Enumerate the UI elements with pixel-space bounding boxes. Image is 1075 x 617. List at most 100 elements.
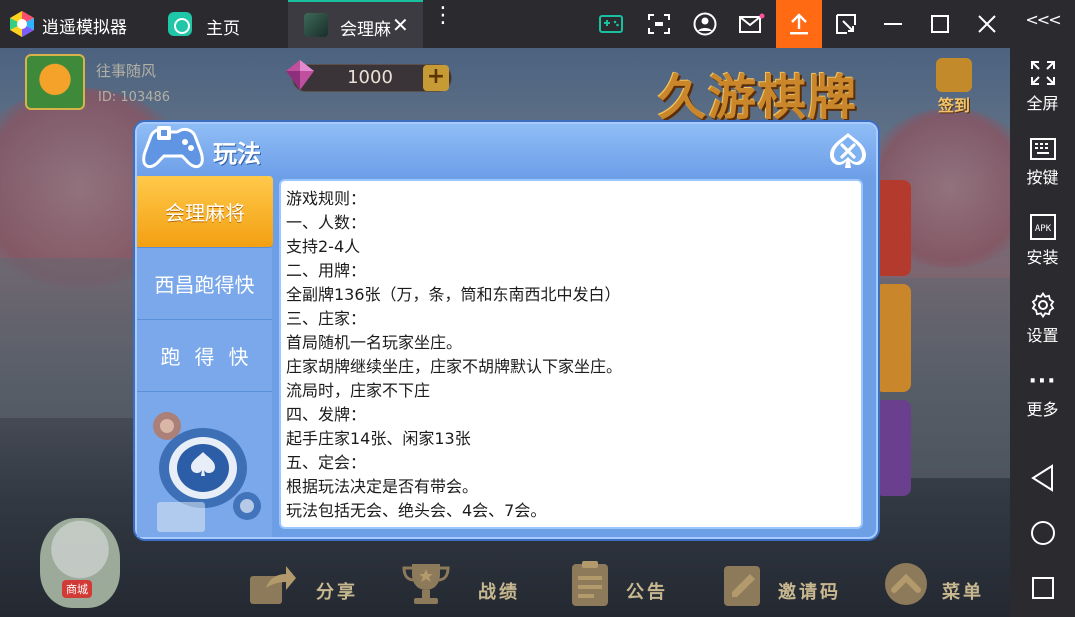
emulator-sidebar: <<< 全屏 按键 APK 安装 设置 ··· 更多 [1010, 0, 1075, 617]
rule-line: 游戏规则： [286, 189, 367, 208]
gear-icon [1031, 292, 1054, 318]
app-logo-icon [10, 11, 34, 37]
tab-home-label: 主页 [206, 19, 240, 39]
game-card-edge[interactable] [875, 180, 911, 276]
messages-button[interactable] [729, 0, 775, 48]
player-id: ID: 103486 [98, 90, 170, 105]
notice-button[interactable]: 公告 [566, 556, 706, 612]
sidebar-item-label: 安装 [1026, 248, 1059, 267]
rule-line: 首局随机一名玩家坐庄。 [286, 333, 463, 352]
more-icon: ··· [1028, 369, 1057, 394]
rule-line: 玩法包括无会、绝头会、4会、7会。 [286, 501, 547, 520]
gamepad-button[interactable] [588, 0, 634, 48]
sidebar-collapse-button[interactable]: <<< [1010, 10, 1075, 29]
user-icon [693, 12, 717, 36]
dialog-tab-list: 会理麻将 西昌跑得快 跑得快 [137, 176, 273, 537]
game-thumbnail-icon [304, 13, 328, 37]
account-button[interactable] [682, 0, 728, 48]
rule-line: 起手庄家14张、闲家13张 [286, 429, 471, 448]
apk-icon: APK [1029, 214, 1056, 240]
tab-huili-mahjong[interactable]: 会理麻将 [137, 176, 273, 248]
rule-line: 全副牌136张（万，条，筒和东南西北中发白） [286, 285, 621, 304]
shop-button[interactable]: 商城 [62, 580, 92, 598]
rule-line: 五、定会： [286, 453, 367, 472]
tab-close-icon[interactable]: ✕ [392, 13, 409, 37]
player-name: 往事随风 [96, 62, 157, 80]
menu-up-icon [885, 563, 927, 605]
game-card-edge[interactable] [875, 284, 911, 392]
app-name: 逍遥模拟器 [42, 18, 127, 38]
tab-game[interactable]: 会理麻 ✕ [288, 0, 423, 48]
fullscreen-icon [1030, 61, 1055, 85]
invite-icon [724, 566, 760, 606]
share-icon [250, 566, 296, 604]
close-window-button[interactable] [964, 0, 1010, 48]
android-home-button[interactable] [1010, 520, 1075, 546]
maximize-button[interactable] [917, 0, 963, 48]
player-avatar[interactable] [25, 54, 85, 110]
bottom-menu-label: 邀请码 [778, 582, 841, 603]
game-controller-icon [142, 126, 204, 169]
screenshot-button[interactable] [636, 0, 682, 48]
rule-line: 庄家胡牌继续坐庄，庄家不胡牌默认下家坐庄。 [286, 357, 623, 376]
minimize-button[interactable] [870, 0, 916, 48]
bottom-menu-label: 分享 [316, 582, 358, 603]
share-button[interactable]: 分享 [246, 556, 386, 612]
tab-xichang-paodekuai[interactable]: 西昌跑得快 [137, 248, 272, 320]
android-recents-button[interactable] [1010, 576, 1075, 600]
bottom-menu-label: 战绩 [478, 582, 520, 603]
dialog-title: 玩法 [213, 140, 261, 168]
rule-line: 二、用牌： [286, 261, 367, 280]
tab-paodekuai[interactable]: 跑得快 [137, 320, 272, 392]
sidebar-item-fullscreen[interactable]: 全屏 [1010, 60, 1075, 114]
keyboard-icon [1029, 138, 1056, 160]
game-logo: 久游棋牌 [658, 70, 859, 126]
upload-icon [790, 13, 808, 35]
close-icon [978, 15, 996, 33]
tab-menu-icon[interactable]: ⋮ [432, 5, 454, 27]
gem-count: 1000 [347, 67, 393, 88]
dialog-header: 玩法 [137, 124, 876, 176]
sidebar-item-label: 更多 [1026, 400, 1059, 419]
sidebar-item-label: 按键 [1026, 168, 1059, 187]
notice-icon [572, 561, 608, 606]
rule-line: 支持2-4人 [286, 237, 361, 256]
rules-dialog: 玩法 会理麻将 西昌跑得快 跑得快 游戏规则： 一、人数： 支持2-4人 二、用… [135, 122, 878, 539]
bottom-menu-bar: 分享 战绩 公告 邀请码 菜单 [230, 548, 1010, 617]
calendar-check-icon [936, 58, 972, 92]
menu-button[interactable]: 菜单 [882, 556, 1010, 612]
signin-label: 签到 [937, 96, 970, 115]
signin-button[interactable]: 签到 [930, 58, 978, 115]
rule-line: 流局时，庄家不下庄 [286, 381, 431, 400]
sidebar-item-label: 设置 [1026, 326, 1059, 345]
sidebar-item-settings[interactable]: 设置 [1010, 292, 1075, 346]
upload-button[interactable] [776, 0, 822, 48]
minimize-icon [884, 23, 902, 25]
game-card-edge[interactable] [875, 400, 911, 496]
diamond-icon [286, 60, 314, 90]
sidebar-item-more[interactable]: ··· 更多 [1010, 369, 1075, 420]
sidebar-item-label: 全屏 [1026, 94, 1059, 113]
bottom-menu-label: 菜单 [942, 582, 984, 603]
poker-chip-decoration [153, 412, 261, 532]
android-back-button[interactable] [1010, 464, 1075, 492]
tab-game-label: 会理麻 [340, 20, 391, 40]
records-button[interactable]: 战绩 [400, 556, 540, 612]
screen-capture-button[interactable] [823, 0, 869, 48]
mail-icon [739, 13, 765, 33]
home-circle-icon [1030, 521, 1055, 545]
sidebar-item-install[interactable]: APK 安装 [1010, 214, 1075, 268]
rule-line: 三、庄家： [286, 309, 367, 328]
tab-home[interactable]: 主页 [160, 0, 285, 48]
dialog-close-button[interactable] [827, 130, 869, 170]
screenshot-icon [648, 14, 670, 34]
invite-code-button[interactable]: 邀请码 [718, 556, 878, 612]
recents-square-icon [1031, 577, 1054, 599]
sidebar-item-keymap[interactable]: 按键 [1010, 138, 1075, 188]
home-tab-icon [168, 12, 192, 36]
add-gems-button[interactable]: + [423, 65, 449, 91]
screen-capture-icon [836, 14, 856, 34]
apk-icon-text: APK [1034, 224, 1051, 234]
rules-content-panel[interactable]: 游戏规则： 一、人数： 支持2-4人 二、用牌： 全副牌136张（万，条，筒和东… [279, 179, 863, 529]
rule-line: 根据玩法决定是否有带会。 [286, 477, 479, 496]
